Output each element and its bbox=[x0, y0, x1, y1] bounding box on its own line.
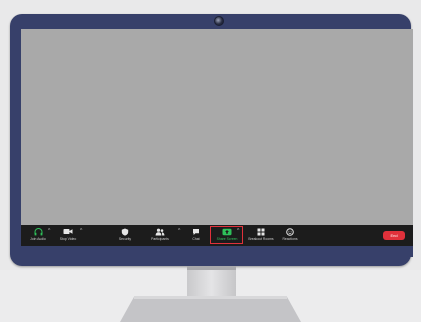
monitor-chin bbox=[21, 246, 413, 257]
stand-base-highlight bbox=[134, 296, 287, 299]
stop-video-label: Stop Video bbox=[59, 237, 77, 241]
webcam-icon bbox=[214, 16, 224, 26]
monitor-stand-neck bbox=[187, 266, 236, 296]
participants-icon bbox=[155, 227, 165, 236]
scene: Join Audio ^ Stop Video ^ Security Parti… bbox=[0, 0, 421, 322]
join-audio-label: Join Audio bbox=[30, 237, 46, 241]
grid-icon bbox=[257, 227, 265, 236]
share-screen-highlight bbox=[210, 226, 243, 244]
monitor-stand-base bbox=[120, 296, 301, 322]
meeting-video-area bbox=[21, 29, 413, 225]
join-audio-button[interactable]: Join Audio bbox=[27, 227, 49, 245]
participants-caret-icon[interactable]: ^ bbox=[178, 228, 180, 234]
security-button[interactable]: Security bbox=[115, 227, 135, 245]
participants-button[interactable]: Participants bbox=[147, 227, 173, 245]
stand-neck-shadow bbox=[187, 266, 236, 270]
end-meeting-button[interactable]: End bbox=[383, 231, 405, 240]
reactions-label: Reactions bbox=[282, 237, 298, 241]
breakout-rooms-button[interactable]: Breakout Rooms bbox=[247, 227, 275, 245]
participants-label: Participants bbox=[151, 237, 169, 241]
security-label: Security bbox=[118, 237, 132, 241]
video-camera-icon bbox=[63, 227, 73, 236]
smiley-icon bbox=[286, 227, 294, 236]
reactions-button[interactable]: Reactions bbox=[279, 227, 301, 245]
chat-bubble-icon bbox=[192, 227, 200, 236]
video-options-caret-icon[interactable]: ^ bbox=[80, 228, 82, 234]
breakout-rooms-label: Breakout Rooms bbox=[248, 237, 274, 241]
chat-button[interactable]: Chat bbox=[187, 227, 205, 245]
headphones-icon bbox=[34, 227, 43, 236]
shield-icon bbox=[121, 227, 129, 236]
audio-options-caret-icon[interactable]: ^ bbox=[48, 228, 50, 234]
chat-label: Chat bbox=[192, 237, 200, 241]
stop-video-button[interactable]: Stop Video bbox=[57, 227, 79, 245]
